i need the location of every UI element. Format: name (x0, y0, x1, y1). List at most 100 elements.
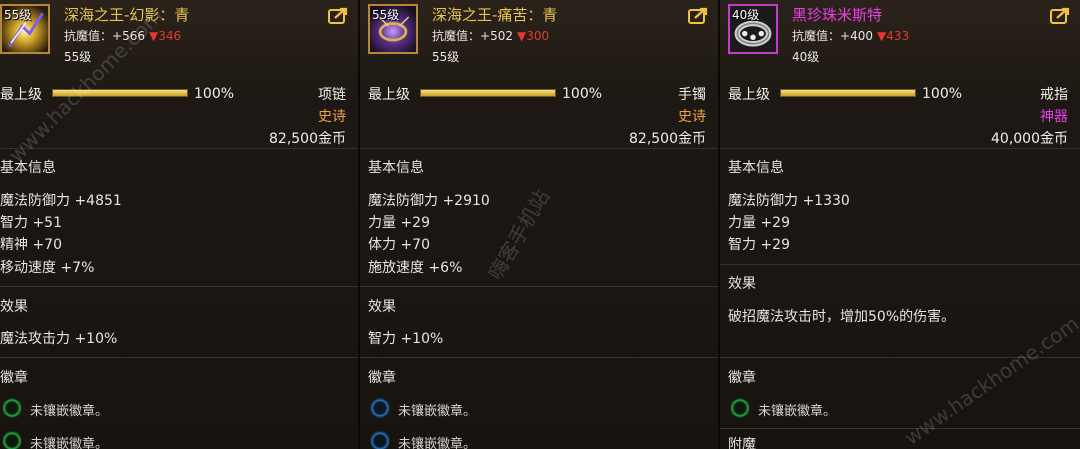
divider (360, 286, 718, 287)
quality-label: 最上级 (0, 87, 42, 103)
share-edit-icon[interactable] (328, 7, 348, 25)
stat-line: 精神 +70 (0, 237, 62, 253)
quality-row: 最上级 100% 戒指 神器 40,000金币 (720, 84, 1080, 147)
stat-line: 力量 +29 (368, 215, 430, 231)
quality-label: 最上级 (368, 87, 410, 103)
item-header: 55级 深海之王-痛苦：青 抗魔值：+502 ▼300 55级 (360, 0, 718, 68)
necklace-item-icon[interactable]: 55级 (0, 4, 50, 54)
stat-line: 魔法防御力 +1330 (728, 193, 850, 209)
effect-header: 效果 (368, 299, 396, 315)
quality-bar-fill (781, 90, 915, 96)
item-rarity: 史诗 (678, 109, 706, 125)
quality-percent: 100% (194, 86, 235, 102)
ring-item-icon[interactable]: 40级 (728, 4, 778, 54)
item-name: 黑珍珠米斯特 (792, 6, 883, 24)
divider (0, 357, 358, 358)
share-edit-icon[interactable] (1050, 7, 1070, 25)
divider (720, 148, 1080, 149)
stat-line: 魔法防御力 +4851 (0, 193, 122, 209)
item-panel-necklace: 55级 深海之王-幻影：青 抗魔值：+566 ▼346 55级 最上级 100%… (0, 0, 360, 449)
badge-slot-icon[interactable] (2, 398, 22, 418)
quality-percent: 100% (922, 86, 963, 102)
item-level: 55级 (432, 50, 460, 64)
item-price: 40,000金币 (991, 131, 1068, 147)
item-slot: 手镯 (678, 87, 706, 103)
resist-up: +400 (840, 29, 873, 43)
item-price: 82,500金币 (629, 131, 706, 147)
divider (720, 428, 1080, 429)
item-panel-bracelet: 55级 深海之王-痛苦：青 抗魔值：+502 ▼300 55级 最上级 100%… (360, 0, 720, 449)
resist-label: 抗魔值： (792, 29, 841, 43)
resist-down: ▼346 (148, 29, 182, 43)
watermark: 嗨客手机站 (483, 185, 555, 284)
item-panel-ring: 40级 黑珍珠米斯特 抗魔值：+400 ▼433 40级 最上级 100% 戒指… (720, 0, 1080, 449)
divider (720, 264, 1080, 265)
badge-header: 徽章 (728, 370, 756, 386)
quality-bar (52, 89, 188, 97)
item-header: 55级 深海之王-幻影：青 抗魔值：+566 ▼346 55级 (0, 0, 358, 68)
resist-value: 抗魔值：+400 ▼433 (792, 27, 909, 44)
badge-slot-text: 未镶嵌徽章。 (30, 404, 109, 419)
quality-percent: 100% (562, 86, 603, 102)
basic-info-header: 基本信息 (368, 160, 424, 176)
item-level-badge: 55级 (372, 8, 400, 22)
item-rarity: 神器 (1040, 109, 1068, 125)
badge-slot-icon[interactable] (370, 398, 390, 418)
item-level: 40级 (792, 50, 820, 64)
badge-header: 徽章 (368, 370, 396, 386)
basic-info-header: 基本信息 (728, 160, 784, 176)
item-level-badge: 55级 (4, 8, 32, 22)
resist-label: 抗魔值： (64, 29, 113, 43)
effect-text: 破招魔法攻击时，增加50%的伤害。 (728, 309, 956, 325)
item-price: 82,500金币 (269, 131, 346, 147)
divider (0, 286, 358, 287)
stat-line: 施放速度 +6% (368, 260, 463, 276)
item-name: 深海之王-幻影：青 (64, 6, 190, 24)
badge-header: 徽章 (0, 370, 28, 386)
divider (360, 357, 718, 358)
item-slot: 戒指 (1040, 87, 1068, 103)
quality-bar-fill (421, 90, 555, 96)
item-compare-view: 55级 深海之王-幻影：青 抗魔值：+566 ▼346 55级 最上级 100%… (0, 0, 1080, 449)
badge-slot-icon[interactable] (370, 431, 390, 449)
stat-line: 智力 +29 (728, 237, 790, 253)
resist-label: 抗魔值： (432, 29, 481, 43)
stat-line: 力量 +29 (728, 215, 790, 231)
quality-row: 最上级 100% 项链 史诗 82,500金币 (0, 84, 358, 147)
bracelet-item-icon[interactable]: 55级 (368, 4, 418, 54)
badge-slot-text: 未镶嵌徽章。 (398, 437, 477, 449)
divider (720, 357, 1080, 358)
effect-header: 效果 (0, 299, 28, 315)
badge-slot-text: 未镶嵌徽章。 (30, 437, 109, 449)
resist-up: +566 (112, 29, 145, 43)
stat-line: 魔法防御力 +2910 (368, 193, 490, 209)
quality-label: 最上级 (728, 87, 770, 103)
item-level: 55级 (64, 50, 92, 64)
item-header: 40级 黑珍珠米斯特 抗魔值：+400 ▼433 40级 (720, 0, 1080, 68)
effect-header: 效果 (728, 276, 756, 292)
item-name: 深海之王-痛苦：青 (432, 6, 558, 24)
effect-text: 智力 +10% (368, 331, 444, 347)
quality-bar (420, 89, 556, 97)
badge-slot-text: 未镶嵌徽章。 (398, 404, 477, 419)
stat-line: 智力 +51 (0, 215, 62, 231)
resist-value: 抗魔值：+502 ▼300 (432, 27, 549, 44)
badge-slot-icon[interactable] (2, 431, 22, 449)
basic-info-header: 基本信息 (0, 160, 56, 176)
resist-down: ▼300 (516, 29, 550, 43)
item-slot: 项链 (318, 87, 346, 103)
stat-line: 移动速度 +7% (0, 260, 95, 276)
resist-value: 抗魔值：+566 ▼346 (64, 27, 181, 44)
item-rarity: 史诗 (318, 109, 346, 125)
quality-row: 最上级 100% 手镯 史诗 82,500金币 (360, 84, 718, 147)
divider (360, 148, 718, 149)
quality-bar-fill (53, 90, 187, 96)
badge-slot-text: 未镶嵌徽章。 (758, 404, 837, 419)
share-edit-icon[interactable] (688, 7, 708, 25)
divider (0, 148, 358, 149)
stat-line: 体力 +70 (368, 237, 430, 253)
effect-text: 魔法攻击力 +10% (0, 331, 118, 347)
item-level-badge: 40级 (732, 8, 760, 22)
enchant-header: 附魔 (728, 437, 756, 449)
badge-slot-icon[interactable] (730, 398, 750, 418)
